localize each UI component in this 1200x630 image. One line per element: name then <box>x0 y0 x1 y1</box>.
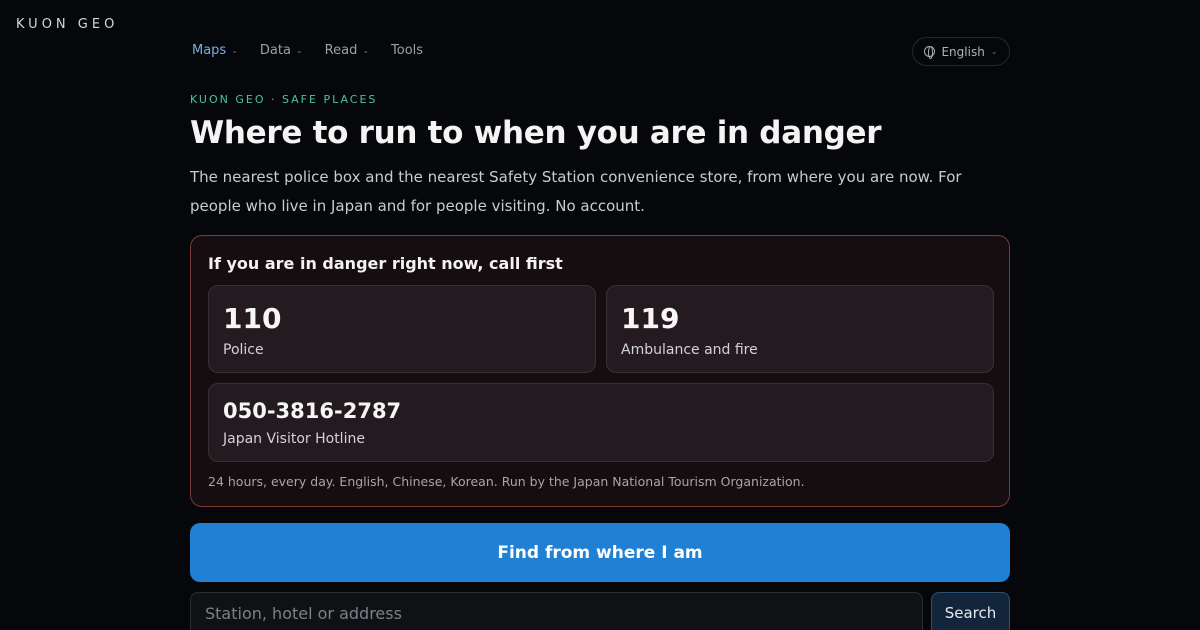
emergency-panel: If you are in danger right now, call fir… <box>190 235 1010 507</box>
phone-number: 050-3816-2787 <box>223 399 402 423</box>
hotline-note: 24 hours, every day. English, Chinese, K… <box>208 474 805 489</box>
nav-item-label: Data <box>259 43 291 58</box>
find-nearby-button[interactable]: Find from where I am <box>190 523 1010 582</box>
brand-logo[interactable]: KUON GEO <box>16 17 118 32</box>
chevron-down-icon: ⌄ <box>295 46 303 55</box>
nav-item-label: Read <box>324 43 358 58</box>
globe-icon <box>924 46 936 59</box>
main-nav: Maps ⌄ Data ⌄ Read ⌄ Tools <box>192 43 423 58</box>
language-selector[interactable]: English ⌄ <box>912 37 1010 66</box>
page-description: The nearest police box and the nearest S… <box>190 168 962 215</box>
call-police-card[interactable]: 110 Police <box>208 285 596 373</box>
search-input[interactable] <box>190 592 923 630</box>
nav-item-label: Maps <box>192 43 227 58</box>
phone-number: 119 <box>621 302 680 335</box>
page-title: Where to run to when you are in danger <box>190 115 882 151</box>
emergency-heading: If you are in danger right now, call fir… <box>208 254 563 273</box>
phone-label: Ambulance and fire <box>621 342 758 358</box>
phone-label: Police <box>223 342 264 358</box>
nav-item-label: Tools <box>391 43 424 58</box>
chevron-down-icon: ⌄ <box>362 46 370 55</box>
language-label: English <box>941 44 985 59</box>
phone-label: Japan Visitor Hotline <box>223 431 365 447</box>
phone-number: 110 <box>223 302 282 335</box>
search-button[interactable]: Search <box>931 592 1010 630</box>
chevron-down-icon: ⌄ <box>231 46 238 55</box>
eyebrow-label: KUON GEO · SAFE PLACES <box>190 93 378 106</box>
nav-item-data[interactable]: Data ⌄ <box>260 43 303 58</box>
nav-item-tools[interactable]: Tools <box>391 43 423 58</box>
call-ambulance-card[interactable]: 119 Ambulance and fire <box>606 285 994 373</box>
nav-item-maps[interactable]: Maps ⌄ <box>192 43 238 58</box>
call-visitor-hotline-card[interactable]: 050-3816-2787 Japan Visitor Hotline <box>208 383 994 462</box>
chevron-down-icon: ⌄ <box>990 47 998 56</box>
nav-item-read[interactable]: Read ⌄ <box>325 43 369 58</box>
